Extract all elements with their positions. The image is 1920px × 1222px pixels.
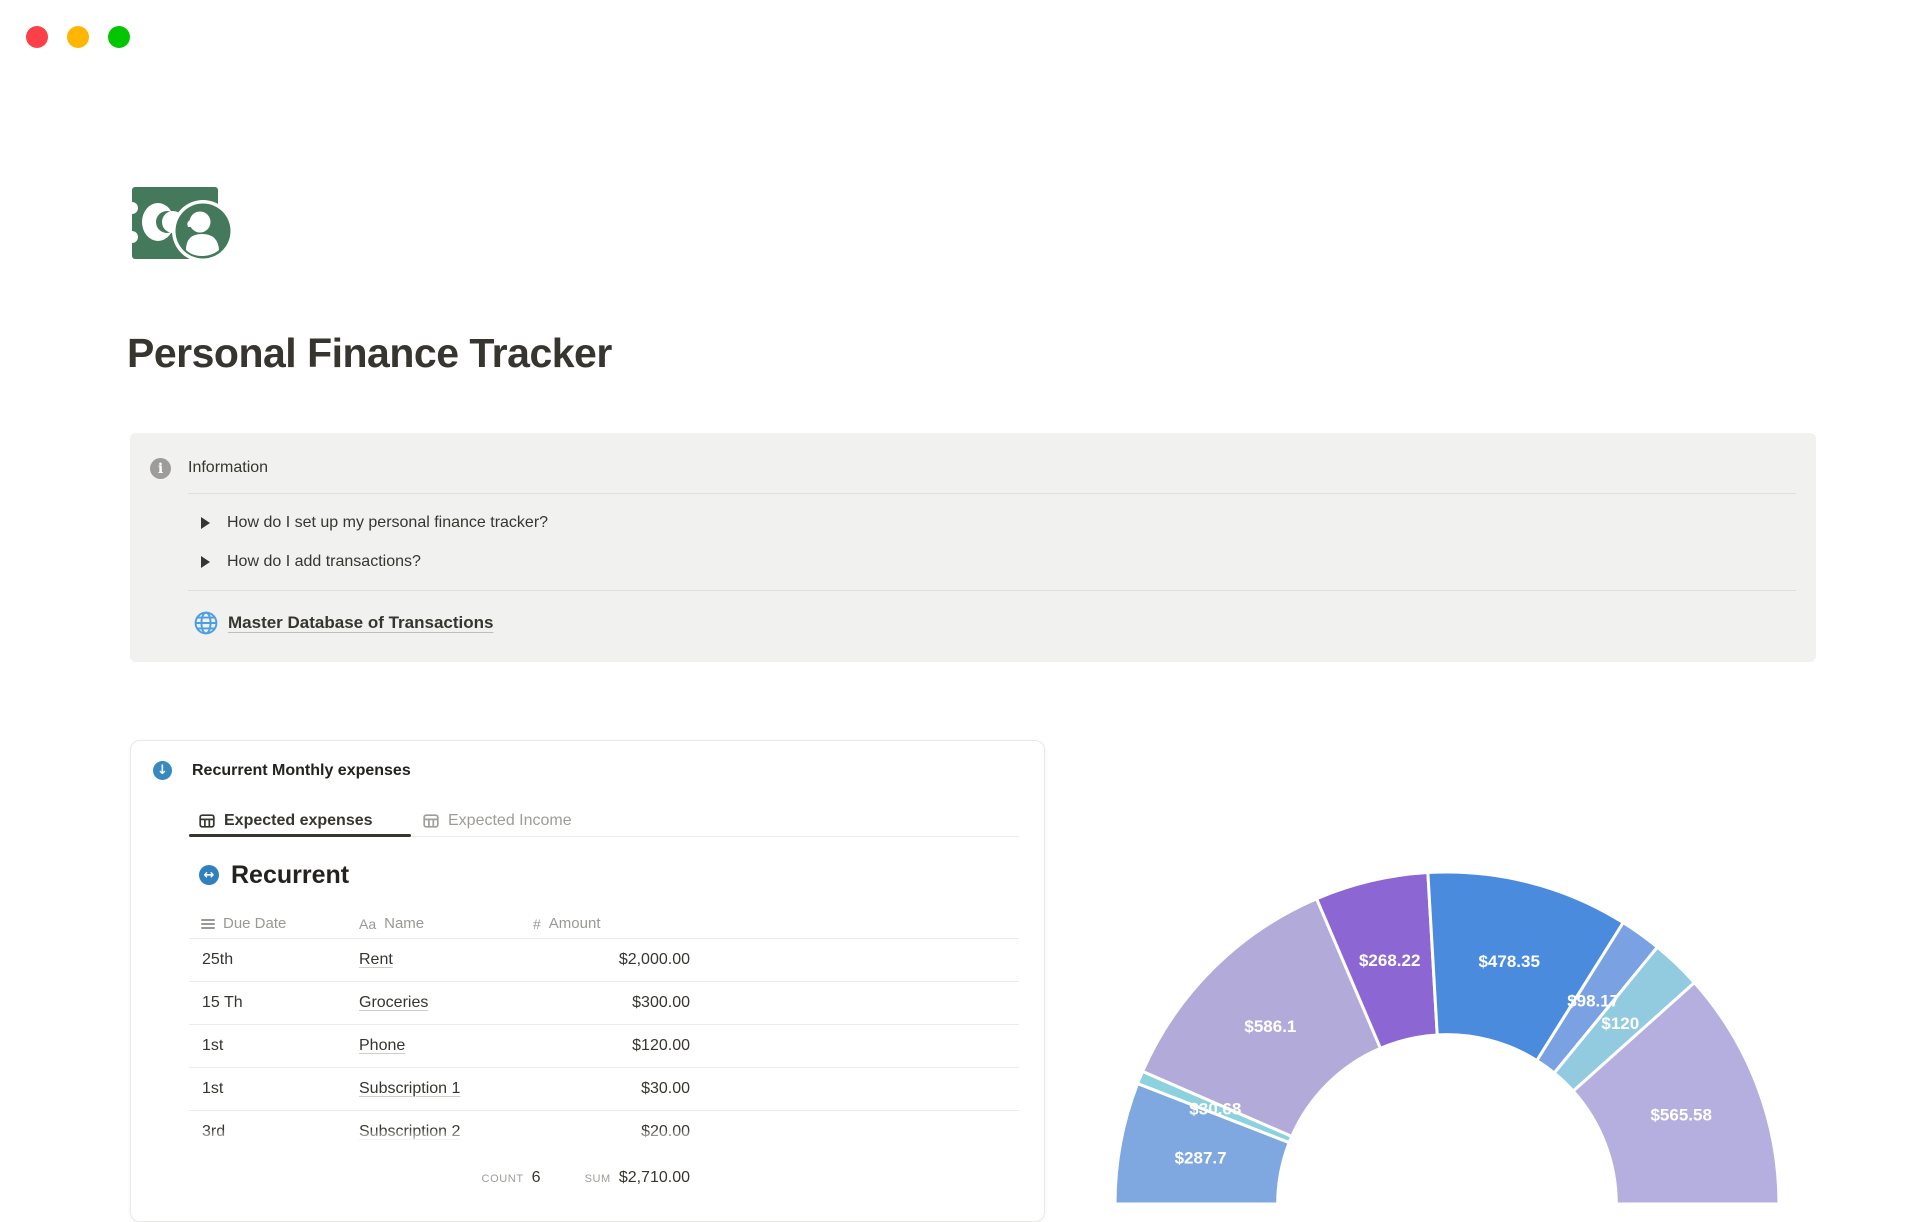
table-row[interactable]: 25th Rent $2,000.00 xyxy=(131,938,1044,981)
column-header-name[interactable]: Aa Name xyxy=(359,915,424,932)
name-page-link[interactable]: Rent xyxy=(359,951,393,969)
amount-cell: $120.00 xyxy=(632,1036,690,1054)
count-value[interactable]: 6 xyxy=(532,1169,541,1187)
name-page-link[interactable]: Phone xyxy=(359,1037,405,1055)
amount-cell: $2,000.00 xyxy=(618,950,690,968)
table-icon xyxy=(199,814,215,828)
table-footer: COUNT 6 SUM $2,710.00 xyxy=(131,1129,1044,1221)
tab-expected-income[interactable]: Expected Income xyxy=(423,807,572,835)
minimize-button[interactable] xyxy=(67,26,89,48)
table-icon xyxy=(423,814,439,828)
close-button[interactable] xyxy=(26,26,48,48)
banknote-coin-icon[interactable] xyxy=(130,184,240,264)
info-icon: i xyxy=(150,458,171,479)
sum-label[interactable]: SUM xyxy=(585,1173,611,1185)
card-title: Recurrent Monthly expenses xyxy=(192,762,411,779)
toggle-label[interactable]: How do I set up my personal finance trac… xyxy=(227,514,548,532)
column-label: Amount xyxy=(548,915,601,932)
title-icon: Aa xyxy=(359,915,377,932)
arrows-left-right-circle-icon: ↔ xyxy=(199,865,219,885)
table-header: Due Date Aa Name # Amount xyxy=(131,915,1044,938)
donut-slice-label: $565.58 xyxy=(1650,1106,1711,1125)
zoom-button[interactable] xyxy=(108,26,130,48)
callout-title: Information xyxy=(188,459,269,476)
donut-slice-label: $30.68 xyxy=(1189,1100,1241,1119)
sum-value[interactable]: $2,710.00 xyxy=(619,1169,690,1187)
count-label[interactable]: COUNT xyxy=(482,1173,524,1185)
due-date-cell: 1st xyxy=(202,1079,224,1097)
toggle-arrow-icon[interactable] xyxy=(201,517,210,529)
donut-slice-label: $586.1 xyxy=(1244,1017,1296,1036)
personal-finance-tracker-page: { "window": { "controls": [ {"name": "cl… xyxy=(0,0,1920,1222)
recurrent-section-title: Recurrent xyxy=(231,861,350,889)
tab-label[interactable]: Expected expenses xyxy=(224,812,373,830)
column-label: Due Date xyxy=(223,915,287,932)
arrow-down-circle-icon: ↓ xyxy=(153,761,172,780)
due-date-cell: 15 Th xyxy=(202,993,243,1011)
due-date-cell: 25th xyxy=(202,950,234,968)
toggle-label[interactable]: How do I add transactions? xyxy=(227,553,421,571)
due-date-cell: 1st xyxy=(202,1036,224,1054)
table-row[interactable]: 15 Th Groceries $300.00 xyxy=(131,981,1044,1024)
half-donut-svg: $287.7 $30.68 $586.1 $268.22 $478.35 $98.17 $1… xyxy=(1113,870,1781,1206)
divider xyxy=(188,493,1796,494)
donut-slice-label: $120 xyxy=(1601,1014,1639,1033)
active-tab-indicator xyxy=(189,834,411,837)
toggle-arrow-icon[interactable] xyxy=(201,556,210,568)
divider xyxy=(188,590,1796,591)
master-database-link-row: Master Database of Transactions xyxy=(188,609,493,637)
expenses-half-donut-chart: $287.7 $30.68 $586.1 $268.22 $478.35 $98.17 $1… xyxy=(1107,864,1787,1206)
column-header-amount[interactable]: # Amount xyxy=(533,915,601,932)
toggle-setup-question[interactable]: How do I set up my personal finance trac… xyxy=(188,511,548,535)
amount-cell: $300.00 xyxy=(632,993,690,1011)
window-controls xyxy=(26,26,130,48)
number-icon: # xyxy=(533,915,541,932)
table-row[interactable]: 1st Phone $120.00 xyxy=(131,1024,1044,1067)
page-title: Personal Finance Tracker xyxy=(127,330,612,376)
recurrent-monthly-expenses-card: ↓ Recurrent Monthly expenses Expected ex… xyxy=(130,740,1045,1222)
information-callout: i Information How do I set up my persona… xyxy=(130,433,1816,662)
table-row[interactable]: 1st Subscription 1 $30.00 xyxy=(131,1067,1044,1110)
column-header-due-date[interactable]: Due Date xyxy=(201,915,286,932)
donut-slice-label: $287.7 xyxy=(1175,1149,1227,1168)
tab-expected-expenses[interactable]: Expected expenses xyxy=(199,807,373,835)
name-page-link[interactable]: Groceries xyxy=(359,994,428,1012)
donut-slice-label: $268.22 xyxy=(1359,951,1420,970)
column-label: Name xyxy=(384,915,425,932)
donut-slice-label: $98.17 xyxy=(1567,991,1619,1010)
text-lines-icon xyxy=(201,917,215,931)
donut-slice-label: $478.35 xyxy=(1478,952,1539,971)
amount-cell: $30.00 xyxy=(641,1079,690,1097)
toggle-add-transactions-question[interactable]: How do I add transactions? xyxy=(188,550,421,574)
globe-icon xyxy=(194,611,218,635)
master-database-link[interactable]: Master Database of Transactions xyxy=(228,613,493,633)
tab-label[interactable]: Expected Income xyxy=(448,812,572,830)
